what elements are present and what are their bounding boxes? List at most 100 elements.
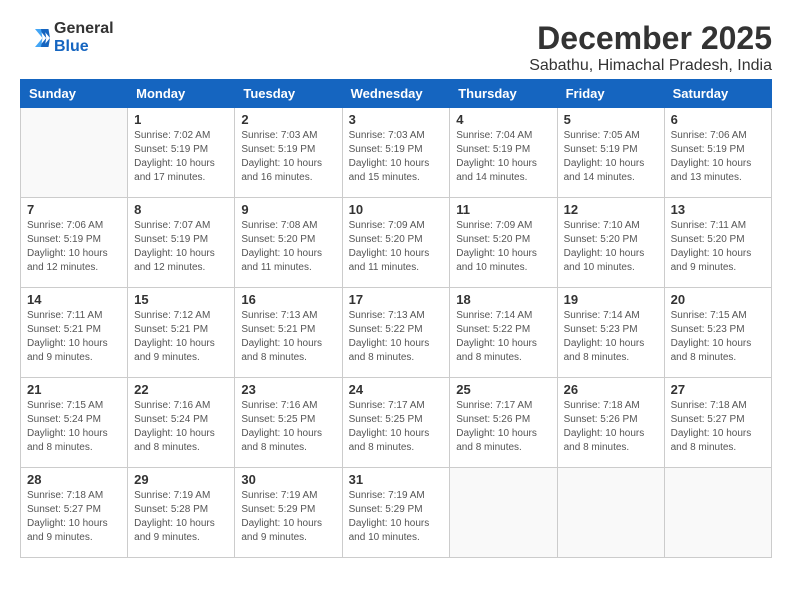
day-number: 10: [349, 202, 444, 217]
calendar-cell: [21, 108, 128, 198]
day-number: 6: [671, 112, 765, 127]
day-number: 25: [456, 382, 550, 397]
weekday-header: Wednesday: [342, 80, 450, 108]
logo: General Blue: [20, 20, 114, 56]
calendar-cell: [557, 468, 664, 558]
calendar-cell: 7 Sunrise: 7:06 AM Sunset: 5:19 PM Daylig…: [21, 198, 128, 288]
calendar-cell: [450, 468, 557, 558]
calendar-cell: [664, 468, 771, 558]
calendar-cell: 4 Sunrise: 7:04 AM Sunset: 5:19 PM Daylig…: [450, 108, 557, 198]
day-number: 8: [134, 202, 228, 217]
day-number: 19: [564, 292, 658, 307]
calendar-cell: 24 Sunrise: 7:17 AM Sunset: 5:25 PM Dayli…: [342, 378, 450, 468]
day-info: Sunrise: 7:17 AM Sunset: 5:26 PM Dayligh…: [456, 399, 550, 455]
day-number: 21: [27, 382, 121, 397]
day-number: 24: [349, 382, 444, 397]
day-number: 22: [134, 382, 228, 397]
weekday-header: Saturday: [664, 80, 771, 108]
day-number: 7: [27, 202, 121, 217]
weekday-header: Thursday: [450, 80, 557, 108]
day-info: Sunrise: 7:04 AM Sunset: 5:19 PM Dayligh…: [456, 129, 550, 185]
calendar-cell: 14 Sunrise: 7:11 AM Sunset: 5:21 PM Dayli…: [21, 288, 128, 378]
day-info: Sunrise: 7:18 AM Sunset: 5:27 PM Dayligh…: [671, 399, 765, 455]
week-row: 1 Sunrise: 7:02 AM Sunset: 5:19 PM Daylig…: [21, 108, 772, 198]
calendar-cell: 6 Sunrise: 7:06 AM Sunset: 5:19 PM Daylig…: [664, 108, 771, 198]
calendar-cell: 26 Sunrise: 7:18 AM Sunset: 5:26 PM Dayli…: [557, 378, 664, 468]
day-number: 30: [241, 472, 335, 487]
calendar-cell: 19 Sunrise: 7:14 AM Sunset: 5:23 PM Dayli…: [557, 288, 664, 378]
day-info: Sunrise: 7:03 AM Sunset: 5:19 PM Dayligh…: [241, 129, 335, 185]
day-info: Sunrise: 7:06 AM Sunset: 5:19 PM Dayligh…: [27, 219, 121, 275]
calendar-cell: 8 Sunrise: 7:07 AM Sunset: 5:19 PM Daylig…: [128, 198, 235, 288]
day-info: Sunrise: 7:10 AM Sunset: 5:20 PM Dayligh…: [564, 219, 658, 275]
day-info: Sunrise: 7:14 AM Sunset: 5:23 PM Dayligh…: [564, 309, 658, 365]
day-number: 29: [134, 472, 228, 487]
day-info: Sunrise: 7:16 AM Sunset: 5:25 PM Dayligh…: [241, 399, 335, 455]
day-number: 26: [564, 382, 658, 397]
day-info: Sunrise: 7:17 AM Sunset: 5:25 PM Dayligh…: [349, 399, 444, 455]
calendar-cell: 21Sunrise: 7:15 AM Sunset: 5:24 PM Dayli…: [21, 378, 128, 468]
weekday-header: Tuesday: [235, 80, 342, 108]
calendar-cell: 31 Sunrise: 7:19 AM Sunset: 5:29 PM Dayli…: [342, 468, 450, 558]
calendar-cell: 5 Sunrise: 7:05 AM Sunset: 5:19 PM Daylig…: [557, 108, 664, 198]
weekday-header: Friday: [557, 80, 664, 108]
calendar-cell: 1 Sunrise: 7:02 AM Sunset: 5:19 PM Daylig…: [128, 108, 235, 198]
calendar-cell: 25 Sunrise: 7:17 AM Sunset: 5:26 PM Dayli…: [450, 378, 557, 468]
week-row: 7 Sunrise: 7:06 AM Sunset: 5:19 PM Daylig…: [21, 198, 772, 288]
calendar-cell: 3Sunrise: 7:03 AM Sunset: 5:19 PM Daylig…: [342, 108, 450, 198]
day-number: 5: [564, 112, 658, 127]
calendar-cell: 12Sunrise: 7:10 AM Sunset: 5:20 PM Dayli…: [557, 198, 664, 288]
day-info: Sunrise: 7:19 AM Sunset: 5:29 PM Dayligh…: [349, 489, 444, 545]
day-number: 28: [27, 472, 121, 487]
day-number: 11: [456, 202, 550, 217]
calendar-cell: 28Sunrise: 7:18 AM Sunset: 5:27 PM Dayli…: [21, 468, 128, 558]
day-info: Sunrise: 7:13 AM Sunset: 5:22 PM Dayligh…: [349, 309, 444, 365]
day-info: Sunrise: 7:02 AM Sunset: 5:19 PM Dayligh…: [134, 129, 228, 185]
day-info: Sunrise: 7:05 AM Sunset: 5:19 PM Dayligh…: [564, 129, 658, 185]
day-number: 1: [134, 112, 228, 127]
location-title: Sabathu, Himachal Pradesh, India: [529, 57, 772, 75]
day-number: 13: [671, 202, 765, 217]
page-container: General Blue December 2025 Sabathu, Hima…: [20, 20, 772, 558]
day-info: Sunrise: 7:03 AM Sunset: 5:19 PM Dayligh…: [349, 129, 444, 185]
calendar-cell: 16Sunrise: 7:13 AM Sunset: 5:21 PM Dayli…: [235, 288, 342, 378]
calendar-cell: 13 Sunrise: 7:11 AM Sunset: 5:20 PM Dayli…: [664, 198, 771, 288]
logo-general: General: [54, 20, 114, 37]
day-number: 2: [241, 112, 335, 127]
day-info: Sunrise: 7:18 AM Sunset: 5:26 PM Dayligh…: [564, 399, 658, 455]
calendar-table: SundayMondayTuesdayWednesdayThursdayFrid…: [20, 79, 772, 558]
logo-blue: Blue: [54, 38, 89, 55]
generalblue-icon: [20, 23, 50, 53]
calendar-cell: 23 Sunrise: 7:16 AM Sunset: 5:25 PM Dayli…: [235, 378, 342, 468]
day-number: 16: [241, 292, 335, 307]
title-block: December 2025 Sabathu, Himachal Pradesh,…: [529, 20, 772, 75]
month-title: December 2025: [529, 20, 772, 57]
calendar-cell: 2 Sunrise: 7:03 AM Sunset: 5:19 PM Daylig…: [235, 108, 342, 198]
calendar-cell: 27Sunrise: 7:18 AM Sunset: 5:27 PM Dayli…: [664, 378, 771, 468]
calendar-cell: 17 Sunrise: 7:13 AM Sunset: 5:22 PM Dayli…: [342, 288, 450, 378]
day-info: Sunrise: 7:07 AM Sunset: 5:19 PM Dayligh…: [134, 219, 228, 275]
day-number: 23: [241, 382, 335, 397]
calendar-cell: 29 Sunrise: 7:19 AM Sunset: 5:28 PM Dayli…: [128, 468, 235, 558]
day-info: Sunrise: 7:19 AM Sunset: 5:28 PM Dayligh…: [134, 489, 228, 545]
calendar-cell: 30Sunrise: 7:19 AM Sunset: 5:29 PM Dayli…: [235, 468, 342, 558]
day-info: Sunrise: 7:16 AM Sunset: 5:24 PM Dayligh…: [134, 399, 228, 455]
calendar-cell: 22 Sunrise: 7:16 AM Sunset: 5:24 PM Dayli…: [128, 378, 235, 468]
day-number: 9: [241, 202, 335, 217]
day-info: Sunrise: 7:09 AM Sunset: 5:20 PM Dayligh…: [349, 219, 444, 275]
day-number: 14: [27, 292, 121, 307]
day-number: 17: [349, 292, 444, 307]
day-number: 15: [134, 292, 228, 307]
day-number: 4: [456, 112, 550, 127]
day-info: Sunrise: 7:15 AM Sunset: 5:23 PM Dayligh…: [671, 309, 765, 365]
day-info: Sunrise: 7:08 AM Sunset: 5:20 PM Dayligh…: [241, 219, 335, 275]
day-info: Sunrise: 7:06 AM Sunset: 5:19 PM Dayligh…: [671, 129, 765, 185]
day-info: Sunrise: 7:14 AM Sunset: 5:22 PM Dayligh…: [456, 309, 550, 365]
day-info: Sunrise: 7:11 AM Sunset: 5:21 PM Dayligh…: [27, 309, 121, 365]
weekday-header: Sunday: [21, 80, 128, 108]
day-number: 31: [349, 472, 444, 487]
calendar-cell: 20Sunrise: 7:15 AM Sunset: 5:23 PM Dayli…: [664, 288, 771, 378]
day-info: Sunrise: 7:11 AM Sunset: 5:20 PM Dayligh…: [671, 219, 765, 275]
week-row: 28Sunrise: 7:18 AM Sunset: 5:27 PM Dayli…: [21, 468, 772, 558]
calendar-cell: 15Sunrise: 7:12 AM Sunset: 5:21 PM Dayli…: [128, 288, 235, 378]
